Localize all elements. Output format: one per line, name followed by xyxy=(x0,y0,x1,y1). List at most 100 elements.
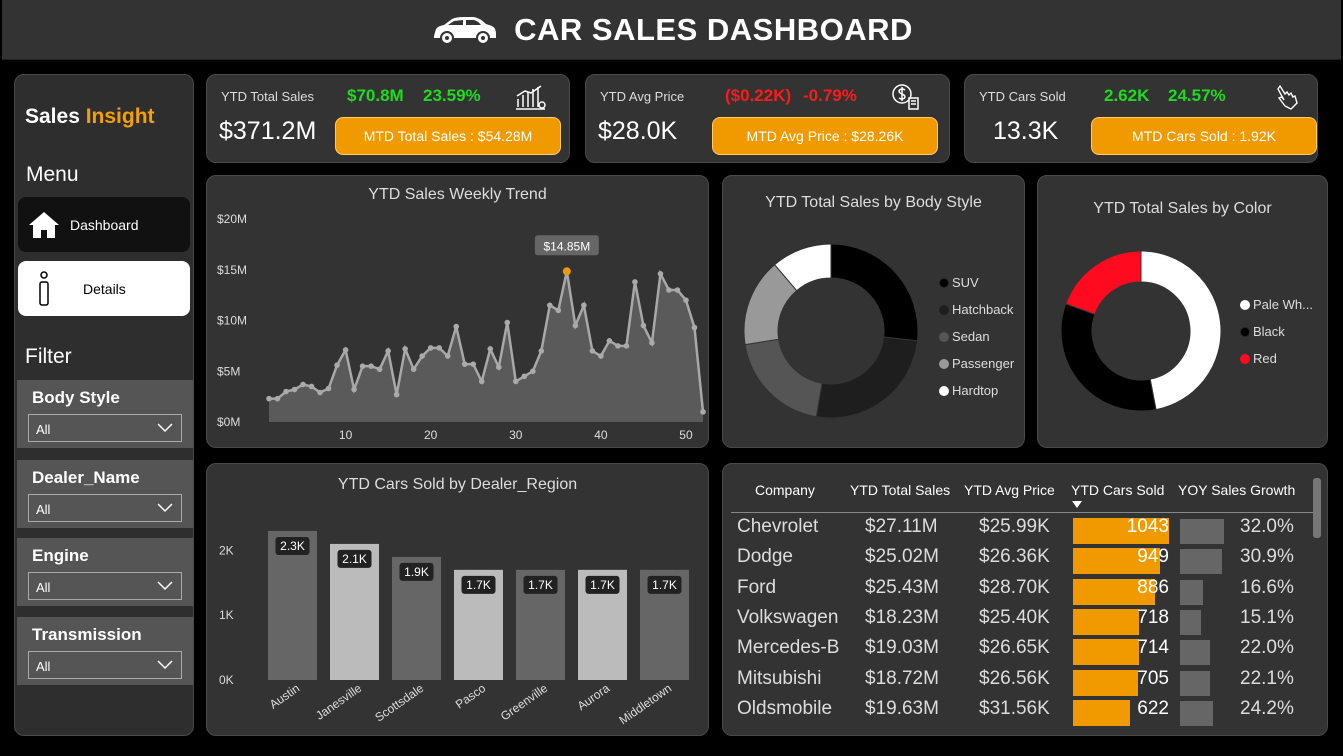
data-point[interactable] xyxy=(291,386,298,393)
col-header-avg-price[interactable]: YTD Avg Price xyxy=(964,482,1055,498)
data-point[interactable] xyxy=(368,363,374,369)
data-point[interactable] xyxy=(691,324,698,331)
legend-item[interactable]: Black xyxy=(1240,324,1285,339)
data-label: 1.7K xyxy=(590,578,615,592)
legend-item[interactable]: Hardtop xyxy=(939,383,998,398)
mtd-total-sales-button[interactable]: MTD Total Sales : $54.28M xyxy=(335,117,561,155)
data-point[interactable] xyxy=(589,348,596,354)
data-point[interactable] xyxy=(530,368,536,375)
data-point[interactable] xyxy=(461,361,468,367)
data-point[interactable] xyxy=(581,302,587,309)
data-point[interactable] xyxy=(615,343,621,349)
data-point[interactable] xyxy=(334,362,340,368)
data-point[interactable] xyxy=(487,346,494,352)
data-point[interactable] xyxy=(521,373,528,380)
legend-item[interactable]: Passenger xyxy=(939,356,1014,371)
body-style-slice[interactable] xyxy=(744,338,823,418)
data-point[interactable] xyxy=(283,388,289,395)
table-row[interactable]: Mercedes-B $19.03M $26.65K 714 22.0% xyxy=(735,637,1315,667)
data-point[interactable] xyxy=(453,323,460,330)
col-header-company[interactable]: Company xyxy=(755,482,815,498)
color-slice[interactable] xyxy=(1140,250,1222,411)
data-point[interactable] xyxy=(402,346,408,352)
data-point[interactable] xyxy=(572,322,579,329)
data-point[interactable] xyxy=(308,383,315,390)
legend-item[interactable]: SUV xyxy=(939,275,979,290)
data-point[interactable] xyxy=(657,271,664,277)
data-point[interactable] xyxy=(632,279,638,285)
category-label: Pasco xyxy=(453,681,489,712)
data-point[interactable] xyxy=(495,364,502,370)
data-point[interactable] xyxy=(317,389,323,396)
data-point[interactable] xyxy=(274,395,281,402)
nav-details-button[interactable]: Details xyxy=(18,261,190,316)
legend-dot xyxy=(939,304,949,315)
data-point[interactable] xyxy=(359,363,366,369)
legend-item[interactable]: Sedan xyxy=(939,329,990,344)
transmission-dropdown[interactable]: All xyxy=(28,651,182,679)
color-slice[interactable] xyxy=(1065,250,1142,316)
data-point[interactable] xyxy=(325,385,332,392)
table-scrollbar[interactable] xyxy=(1313,478,1321,538)
data-point[interactable] xyxy=(342,347,349,353)
data-point[interactable] xyxy=(444,353,451,359)
data-point[interactable] xyxy=(300,381,306,388)
data-point[interactable] xyxy=(385,348,391,354)
data-point[interactable] xyxy=(562,267,571,276)
data-point[interactable] xyxy=(623,343,630,349)
col-header-cars-sold[interactable]: YTD Cars Sold xyxy=(1071,482,1164,498)
info-icon xyxy=(18,270,70,307)
data-point[interactable] xyxy=(598,353,604,359)
data-point[interactable] xyxy=(470,361,477,367)
data-point[interactable] xyxy=(410,366,417,373)
legend-label: Pale Wh... xyxy=(1253,297,1313,312)
data-point[interactable] xyxy=(700,409,706,415)
chevron-down-icon xyxy=(157,423,173,433)
table-row[interactable]: Dodge $25.02M $26.36K 949 30.9% xyxy=(735,546,1315,576)
nav-dashboard-button[interactable]: Dashboard xyxy=(18,197,190,252)
table-row[interactable]: Volkswagen $18.23M $25.40K 718 15.1% xyxy=(735,607,1315,637)
body-style-slice[interactable] xyxy=(830,243,919,342)
data-point[interactable] xyxy=(555,307,562,314)
data-point[interactable] xyxy=(649,340,655,346)
legend-item[interactable]: Red xyxy=(1240,351,1277,366)
legend-item[interactable]: Pale Wh... xyxy=(1240,297,1313,312)
body-style-dropdown[interactable]: All xyxy=(28,414,182,442)
col-header-total-sales[interactable]: YTD Total Sales xyxy=(850,482,950,498)
data-point[interactable] xyxy=(683,297,689,303)
color-slice[interactable] xyxy=(1060,303,1157,412)
table-row[interactable]: Ford $25.43M $28.70K 886 16.6% xyxy=(735,577,1315,607)
legend-label: Black xyxy=(1253,324,1285,339)
data-point[interactable] xyxy=(512,378,519,385)
data-point[interactable] xyxy=(606,338,613,344)
data-point[interactable] xyxy=(419,353,425,359)
y-tick-label: $15M xyxy=(217,263,247,277)
engine-dropdown[interactable]: All xyxy=(28,572,182,600)
data-point[interactable] xyxy=(547,302,553,309)
mtd-avg-price-button[interactable]: MTD Avg Price : $28.26K xyxy=(712,117,938,155)
data-point[interactable] xyxy=(266,395,272,402)
data-point[interactable] xyxy=(504,319,511,326)
body-style-slice[interactable] xyxy=(815,336,918,419)
legend-item[interactable]: Hatchback xyxy=(939,302,1013,317)
data-point[interactable] xyxy=(538,348,545,354)
data-point[interactable] xyxy=(376,366,383,373)
weekly-trend-panel: YTD Sales Weekly Trend $20M $15M $10M $5M $0… xyxy=(206,175,709,448)
table-row[interactable]: Mitsubishi $18.72M $26.56K 705 22.1% xyxy=(735,668,1315,698)
mtd-cars-sold-button[interactable]: MTD Cars Sold : 1.92K xyxy=(1091,117,1317,155)
home-icon xyxy=(18,210,70,240)
table-row[interactable]: Oldsmobile $19.63M $31.56K 622 24.2% xyxy=(735,698,1315,728)
data-point[interactable] xyxy=(393,391,400,398)
hand-pointer-icon xyxy=(1277,84,1298,110)
cell-company: Chevrolet xyxy=(737,516,819,537)
data-point[interactable] xyxy=(351,386,357,393)
data-point[interactable] xyxy=(436,345,442,351)
data-point[interactable] xyxy=(478,378,485,385)
data-point[interactable] xyxy=(427,345,434,351)
data-point[interactable] xyxy=(666,287,672,293)
data-point[interactable] xyxy=(640,322,647,329)
dealer-name-dropdown[interactable]: All xyxy=(28,494,182,522)
table-row[interactable]: Chevrolet $27.11M $25.99K 1043 32.0% xyxy=(735,516,1315,546)
data-point[interactable] xyxy=(674,287,681,293)
col-header-yoy-growth[interactable]: YOY Sales Growth xyxy=(1178,482,1295,498)
